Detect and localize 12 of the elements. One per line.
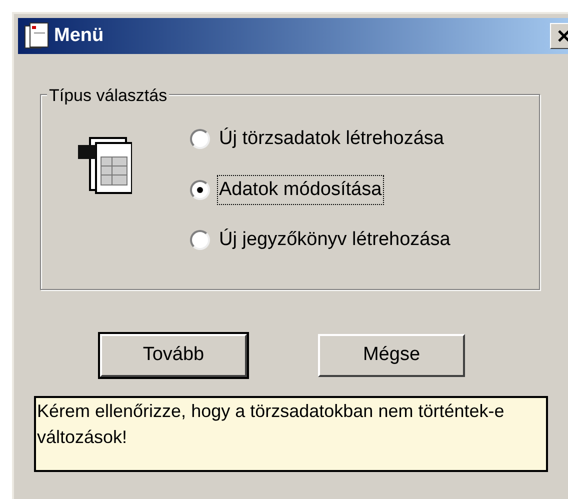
message-box: Kérem ellenőrizze, hogy a törzsadatokban nem történtek-e változások!	[34, 396, 548, 472]
close-icon	[557, 29, 568, 43]
dialog-button[interactable]: Tovább	[100, 334, 247, 377]
spreadsheet-documents-icon	[76, 135, 132, 195]
radio-label[interactable]: Új törzsadatok létrehozása	[218, 125, 445, 154]
radio-button[interactable]	[190, 129, 210, 150]
radio-button[interactable]	[190, 230, 210, 250]
radio-label[interactable]: Új jegyzőkönyv létrehozása	[218, 226, 452, 254]
window-title: Menü	[54, 24, 104, 48]
radio-button[interactable]	[190, 180, 210, 200]
dialog-button[interactable]: Mégse	[318, 334, 465, 377]
radio-label[interactable]: Adatok módosítása	[218, 176, 383, 204]
